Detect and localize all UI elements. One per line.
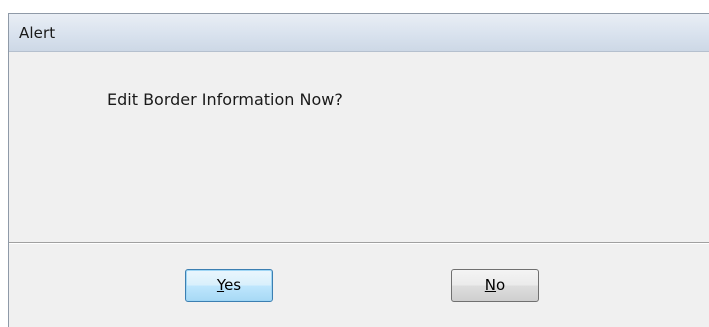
no-button[interactable]: No bbox=[451, 269, 539, 302]
button-area-divider bbox=[9, 242, 709, 244]
title-bar[interactable]: Alert bbox=[9, 14, 709, 52]
no-label: o bbox=[496, 276, 506, 294]
no-mnemonic: N bbox=[484, 276, 497, 294]
yes-mnemonic: Y bbox=[216, 276, 225, 294]
yes-button[interactable]: Yes bbox=[185, 269, 273, 302]
alert-dialog: Alert Edit Border Information Now? Yes N… bbox=[8, 13, 709, 327]
yes-label: es bbox=[224, 276, 242, 294]
alert-message: Edit Border Information Now? bbox=[107, 90, 343, 109]
window-title: Alert bbox=[19, 24, 56, 42]
